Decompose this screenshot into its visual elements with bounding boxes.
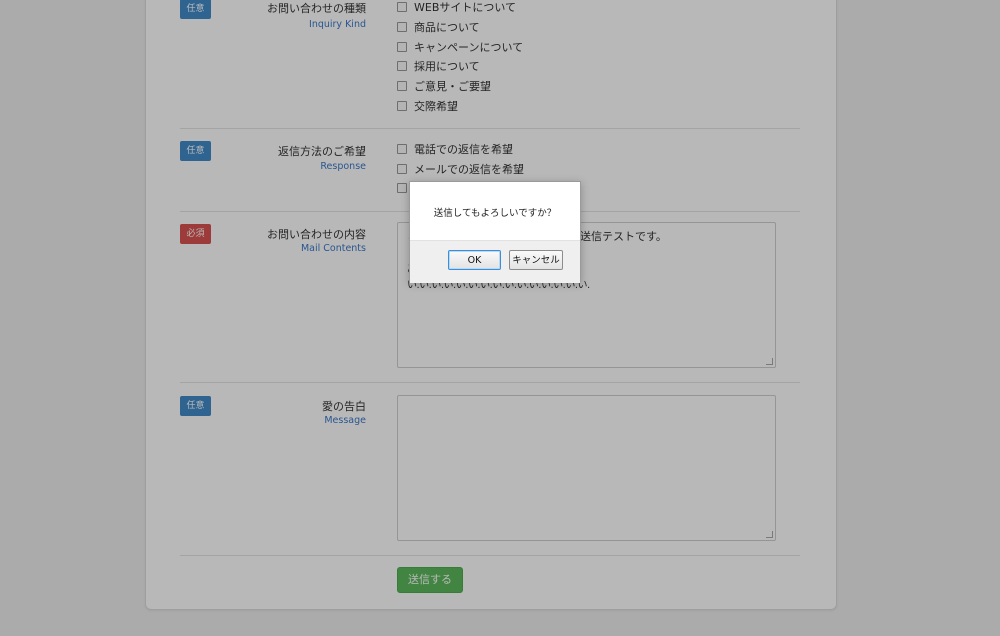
- cancel-button[interactable]: キャンセル: [509, 250, 563, 270]
- confirm-dialog: 送信してもよろしいですか？ OK キャンセル: [409, 181, 581, 283]
- dialog-message: 送信してもよろしいですか？: [433, 208, 557, 219]
- dialog-footer: OK キャンセル: [410, 240, 580, 283]
- modal-overlay: [0, 0, 1000, 636]
- ok-button[interactable]: OK: [448, 250, 501, 270]
